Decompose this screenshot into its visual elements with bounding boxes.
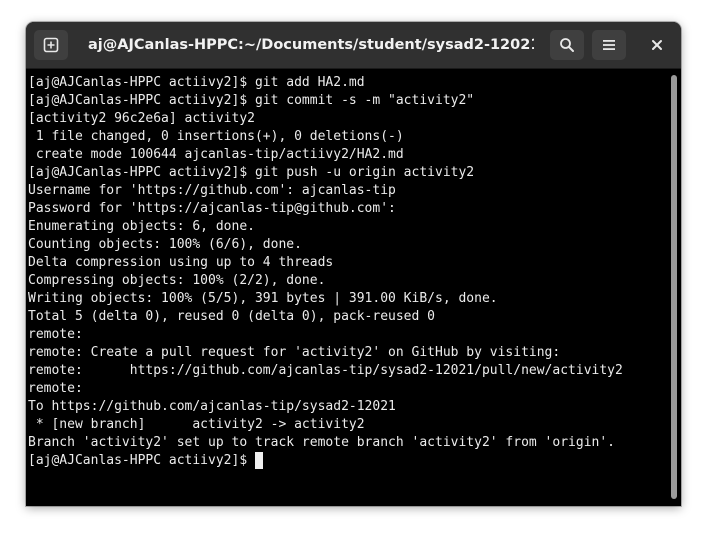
new-tab-button[interactable] xyxy=(34,30,68,60)
scrollbar-thumb[interactable] xyxy=(671,75,677,499)
terminal-line: remote: xyxy=(28,381,83,396)
terminal-line: 1 file changed, 0 insertions(+), 0 delet… xyxy=(28,129,404,144)
terminal-line: Password for 'https://ajcanlas-tip@githu… xyxy=(28,201,396,216)
hamburger-menu-icon xyxy=(603,40,615,50)
new-tab-icon xyxy=(43,37,59,53)
terminal-line: Enumerating objects: 6, done. xyxy=(28,219,255,234)
terminal-line: Total 5 (delta 0), reused 0 (delta 0), p… xyxy=(28,309,435,324)
terminal-line: * [new branch] activity2 -> activity2 xyxy=(28,417,365,432)
close-icon xyxy=(652,40,662,50)
terminal-line: create mode 100644 ajcanlas-tip/actiivy2… xyxy=(28,147,404,162)
terminal-output[interactable]: [aj@AJCanlas-HPPC actiivy2]$ git add HA2… xyxy=(26,69,667,506)
terminal-line: [aj@AJCanlas-HPPC actiivy2]$ git commit … xyxy=(28,93,475,108)
text-cursor xyxy=(254,452,263,469)
terminal-prompt: [aj@AJCanlas-HPPC actiivy2]$ xyxy=(28,453,255,468)
terminal-line: remote: Create a pull request for 'activ… xyxy=(28,345,561,360)
terminal-line: [activity2 96c2e6a] activity2 xyxy=(28,111,255,126)
terminal-line: Counting objects: 100% (6/6), done. xyxy=(28,237,302,252)
terminal-line: remote: xyxy=(28,327,83,342)
search-icon xyxy=(560,38,574,52)
terminal-prompt-line[interactable]: [aj@AJCanlas-HPPC actiivy2]$ xyxy=(28,452,667,470)
titlebar: aj@AJCanlas-HPPC:~/Documents/student/sys… xyxy=(26,22,681,69)
terminal-line: remote: https://github.com/ajcanlas-tip/… xyxy=(28,363,623,378)
vertical-scrollbar[interactable] xyxy=(667,69,681,506)
terminal-line: [aj@AJCanlas-HPPC actiivy2]$ git add HA2… xyxy=(28,75,365,90)
terminal-line: Branch 'activity2' set up to track remot… xyxy=(28,435,615,450)
terminal-line: [aj@AJCanlas-HPPC actiivy2]$ git push -u… xyxy=(28,165,475,180)
menu-button[interactable] xyxy=(592,30,626,60)
terminal-window: aj@AJCanlas-HPPC:~/Documents/student/sys… xyxy=(26,22,681,506)
terminal-line: Compressing objects: 100% (2/2), done. xyxy=(28,273,326,288)
search-button[interactable] xyxy=(550,30,584,60)
close-button[interactable] xyxy=(640,30,674,60)
window-title: aj@AJCanlas-HPPC:~/Documents/student/sys… xyxy=(88,37,534,53)
terminal-line: Writing objects: 100% (5/5), 391 bytes |… xyxy=(28,291,498,306)
terminal-line: To https://github.com/ajcanlas-tip/sysad… xyxy=(28,399,396,414)
terminal-line: Delta compression using up to 4 threads xyxy=(28,255,334,270)
terminal-line: Username for 'https://github.com': ajcan… xyxy=(28,183,396,198)
